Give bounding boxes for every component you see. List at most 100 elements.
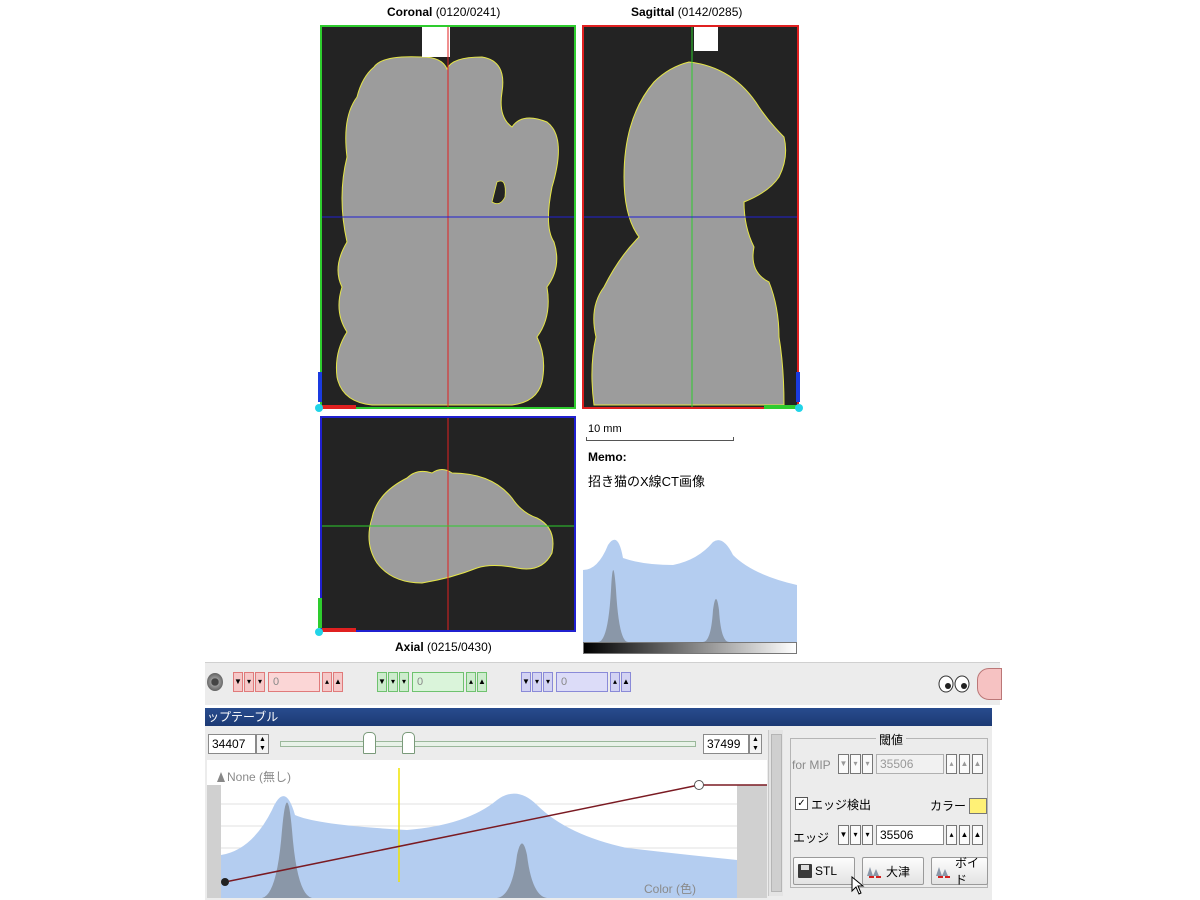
range-slider-handle-left[interactable] [363, 732, 376, 754]
lookup-table-graph[interactable]: None (無し) Color (色) [207, 760, 767, 898]
blue-step-down-fast-button[interactable]: ▼ [521, 672, 531, 692]
sagittal-slice-image [584, 27, 797, 407]
coronal-view-name: Coronal [387, 5, 433, 19]
axial-axis-up-icon [318, 598, 322, 628]
edge-step-up-button[interactable]: ▴ [946, 825, 957, 845]
range-max-spinner[interactable]: ▲ ▼ [749, 734, 762, 754]
void-histogram-icon [936, 864, 952, 878]
axial-origin-handle[interactable] [315, 628, 323, 636]
settings-icon[interactable] [207, 673, 223, 691]
memo-text: 招き猫のX線CT画像 [588, 474, 706, 489]
stl-export-button[interactable]: STL [793, 857, 855, 885]
blue-channel-group: ▼ ▾ ▾ 0 ▴ ▲ [521, 671, 632, 693]
axial-view-title: Axial (0215/0430) [395, 640, 492, 654]
blue-step-up-fast-button[interactable]: ▲ [621, 672, 631, 692]
coronal-slice-image [322, 27, 574, 407]
axial-axis-right-icon [322, 628, 356, 632]
range-slider-track[interactable] [280, 741, 696, 747]
void-button-label: ボイド [955, 856, 980, 887]
scale-bar [586, 437, 734, 441]
red-step-up-fast-button[interactable]: ▲ [333, 672, 343, 692]
channel-toolbar: ▼ ▾ ▾ 0 ▴ ▲ ▼ ▾ ▾ 0 ▴ ▲ ▼ ▾ ▾ 0 ▴ ▲ [205, 662, 1002, 705]
color-label: Color (色) [644, 882, 697, 896]
void-button[interactable]: ボイド [931, 856, 988, 887]
edge-detect-checkbox[interactable]: ✓ [795, 797, 808, 810]
color-swatch-label: カラー [930, 799, 967, 813]
eyes-icon[interactable] [938, 675, 972, 693]
sagittal-view-index: (0142/0285) [677, 5, 743, 19]
edge-step-up-fast-button[interactable]: ▲ [959, 825, 970, 845]
none-label: None (無し) [227, 770, 292, 784]
mip-step-up-button[interactable]: ▴ [946, 754, 957, 774]
sagittal-view-title: Sagittal (0142/0285) [631, 5, 742, 19]
mip-step-up-max-button[interactable]: ▲ [972, 754, 983, 774]
range-slider-handle-right[interactable] [402, 732, 415, 754]
sagittal-view-name: Sagittal [631, 5, 675, 19]
green-step-up-button[interactable]: ▴ [466, 672, 476, 692]
red-value-input[interactable]: 0 [268, 672, 320, 692]
threshold-group-title: 閾値 [876, 731, 907, 748]
mascot-icon[interactable] [977, 668, 1002, 700]
green-dropdown-button[interactable]: ▾ [399, 672, 409, 692]
mip-step-down-fast-button[interactable]: ▼ [838, 754, 849, 774]
green-step-down-fast-button[interactable]: ▼ [377, 672, 387, 692]
mini-histogram [583, 530, 797, 642]
red-step-up-button[interactable]: ▴ [322, 672, 332, 692]
threshold-panel: 閾値 for MIP ▼ ▾ ▾ 35506 ▴ ▲ ▲ ✓ エッジ検出 カラー… [787, 730, 992, 896]
none-arrow-icon [217, 772, 225, 782]
mip-value-input[interactable]: 35506 [876, 754, 944, 774]
curve-end-handle[interactable] [694, 780, 704, 790]
green-channel-group: ▼ ▾ ▾ 0 ▴ ▲ [377, 671, 488, 693]
range-max-input[interactable]: 37499 [703, 734, 749, 754]
edge-dropdown-button[interactable]: ▾ [862, 825, 873, 845]
coronal-axis-up-icon [318, 372, 322, 402]
axial-view[interactable] [320, 416, 576, 632]
axial-view-name: Axial [395, 640, 424, 654]
blue-step-down-button[interactable]: ▾ [532, 672, 542, 692]
green-step-down-button[interactable]: ▾ [388, 672, 398, 692]
mip-step-down-button[interactable]: ▾ [850, 754, 861, 774]
red-dropdown-button[interactable]: ▾ [255, 672, 265, 692]
mip-step-up-fast-button[interactable]: ▲ [959, 754, 970, 774]
axial-slice-image [322, 418, 574, 630]
edge-step-down-button[interactable]: ▾ [850, 825, 861, 845]
otsu-button-label: 大津 [886, 864, 911, 879]
color-swatch[interactable] [969, 798, 987, 814]
range-min-input[interactable]: 34407 [208, 734, 256, 754]
floppy-disk-icon [798, 864, 812, 878]
mini-histogram-gradient [583, 642, 797, 654]
coronal-origin-handle[interactable] [315, 404, 323, 412]
edge-value-input[interactable]: 35506 [876, 825, 944, 845]
red-step-down-fast-button[interactable]: ▼ [233, 672, 243, 692]
blue-value-input[interactable]: 0 [556, 672, 608, 692]
scale-bar-label: 10 mm [588, 423, 622, 435]
coronal-view-index: (0120/0241) [435, 5, 501, 19]
mip-label: for MIP [792, 758, 831, 772]
mip-dropdown-button[interactable]: ▾ [862, 754, 873, 774]
memo-title: Memo: [588, 450, 627, 464]
green-value-input[interactable]: 0 [412, 672, 464, 692]
red-step-down-button[interactable]: ▾ [244, 672, 254, 692]
sagittal-axis-left-icon [764, 405, 796, 409]
sagittal-view[interactable] [582, 25, 799, 409]
otsu-histogram-icon [867, 864, 883, 878]
green-step-up-fast-button[interactable]: ▲ [477, 672, 487, 692]
sagittal-axis-up-icon [796, 372, 800, 402]
curve-start-handle[interactable] [221, 878, 229, 886]
coronal-axis-right-icon [322, 405, 356, 409]
range-min-spinner[interactable]: ▲ ▼ [256, 734, 269, 754]
lookup-panel-header: ップテーブル [205, 708, 992, 726]
coronal-view[interactable] [320, 25, 576, 409]
blue-dropdown-button[interactable]: ▾ [543, 672, 553, 692]
panel-scrollbar-thumb[interactable] [771, 734, 782, 892]
panel-scrollbar[interactable] [768, 730, 783, 896]
coronal-view-title: Coronal (0120/0241) [387, 5, 500, 19]
blue-step-up-button[interactable]: ▴ [610, 672, 620, 692]
edge-detect-label: エッジ検出 [811, 798, 872, 812]
edge-step-up-max-button[interactable]: ▲ [972, 825, 983, 845]
otsu-button[interactable]: 大津 [862, 857, 924, 885]
axial-view-index: (0215/0430) [427, 640, 492, 654]
red-channel-group: ▼ ▾ ▾ 0 ▴ ▲ [233, 671, 344, 693]
edge-step-down-fast-button[interactable]: ▼ [838, 825, 849, 845]
sagittal-origin-handle[interactable] [795, 404, 803, 412]
